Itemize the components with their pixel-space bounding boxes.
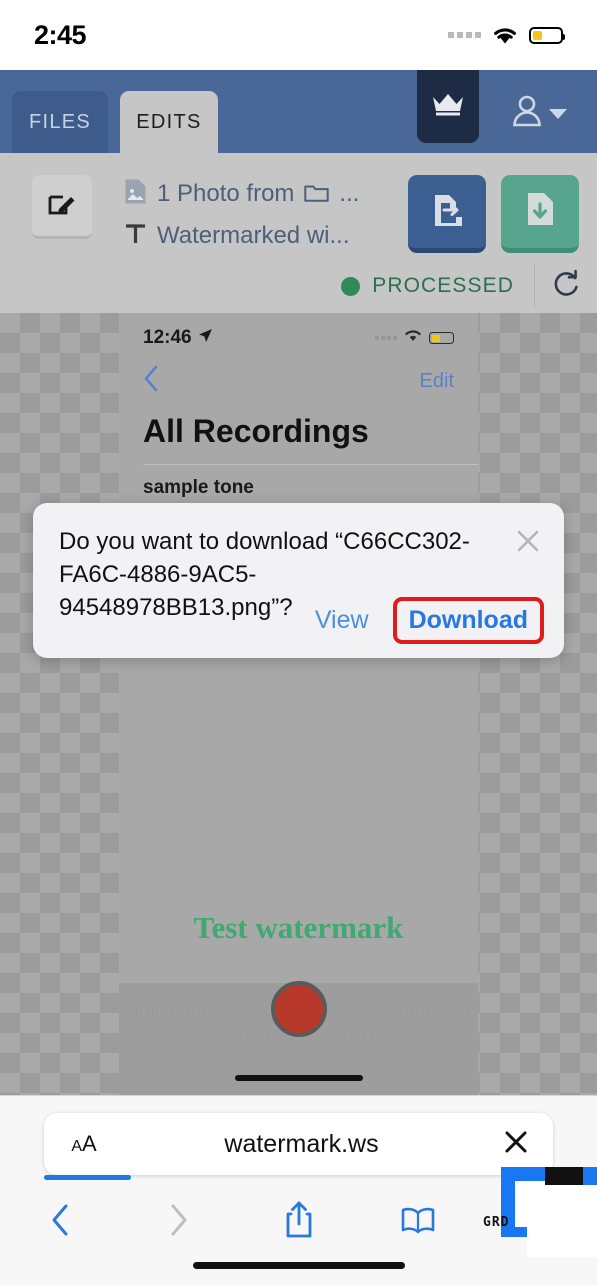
- screenshot-edit-button[interactable]: Edit: [420, 370, 454, 393]
- job-source-text: 1 Photo from: [157, 180, 295, 207]
- job-status-row: PROCESSED: [0, 259, 597, 313]
- status-badge: PROCESSED: [341, 265, 535, 307]
- app-header-bar: FILES EDITS: [0, 70, 597, 153]
- battery-low-power-icon: [429, 332, 454, 344]
- record-button-icon[interactable]: [270, 981, 327, 1037]
- job-watermark-row: Watermarked wi...: [124, 215, 374, 257]
- preview-screenshot: 12:46 Edit All Recordings sample tone Te…: [119, 313, 478, 1095]
- status-dot-icon: [341, 276, 361, 296]
- crown-icon: [431, 91, 465, 122]
- export-button[interactable]: [408, 175, 486, 253]
- dialog-download-button[interactable]: Download: [409, 606, 528, 634]
- screenshot-nav-row: Edit: [119, 349, 478, 397]
- wifi-icon: [404, 329, 422, 347]
- dialog-close-button[interactable]: [508, 523, 548, 563]
- tab-files[interactable]: FILES: [12, 91, 108, 153]
- view-button[interactable]: View: [301, 600, 383, 641]
- job-source-ellipsis: ...: [339, 180, 360, 207]
- bookmarks-button[interactable]: [358, 1206, 477, 1239]
- chevron-right-icon: [168, 1203, 190, 1242]
- close-icon: [515, 528, 541, 559]
- tab-edits[interactable]: EDITS: [120, 91, 218, 153]
- screenshot-player-bar: sample tone - C66CC302-FA6C-4886-9AC5-94…: [119, 981, 478, 1095]
- tab-edits-label: EDITS: [136, 110, 202, 133]
- folder-icon: [304, 182, 330, 207]
- job-watermark-text: Watermarked wi...: [157, 222, 350, 249]
- address-bar[interactable]: AAAA watermark.ws: [44, 1113, 553, 1175]
- chevron-left-icon[interactable]: [143, 365, 159, 397]
- battery-low-power-icon: [529, 26, 565, 44]
- book-icon: [400, 1206, 436, 1239]
- page-load-progress: [44, 1175, 131, 1180]
- file-download-icon: [523, 190, 557, 233]
- safari-bottom-bar: AAAA watermark.ws: [0, 1095, 597, 1285]
- watermark-logo-text: GRD: [483, 1215, 510, 1230]
- phone-screen: 2:45 FILES EDITS 1 Photo from ... Waterm…: [0, 0, 597, 1285]
- photo-file-icon: [124, 178, 147, 210]
- text-size-button[interactable]: AAAA: [44, 1131, 124, 1157]
- refresh-button[interactable]: [535, 269, 597, 304]
- file-info-toolbar: 1 Photo from ... Watermarked wi... PROCE…: [0, 153, 597, 313]
- screenshot-status-bar: 12:46: [119, 313, 478, 349]
- text-size-small-a: A: [71, 1138, 82, 1155]
- share-icon: [284, 1201, 314, 1244]
- download-confirmation-dialog: Do you want to download “C66CC302-FA6C-4…: [33, 503, 564, 658]
- dialog-actions: View Download: [301, 597, 544, 644]
- chevron-down-icon: [549, 108, 567, 119]
- ios-status-bar: 2:45: [0, 0, 597, 70]
- home-indicator: [192, 1262, 405, 1269]
- url-text[interactable]: watermark.ws: [124, 1130, 479, 1159]
- back-button[interactable]: [0, 1203, 119, 1242]
- signal-dots-icon: [375, 336, 397, 340]
- stop-close-button[interactable]: [479, 1128, 553, 1161]
- edit-pencil-square-icon: [47, 188, 77, 223]
- watermark-text: Test watermark: [193, 910, 404, 945]
- recording-name: sample tone: [143, 477, 254, 498]
- account-menu-button[interactable]: [511, 94, 567, 133]
- download-button[interactable]: [501, 175, 579, 253]
- tab-files-label: FILES: [28, 110, 92, 133]
- close-icon: [502, 1128, 530, 1161]
- file-export-icon: [428, 190, 466, 233]
- image-preview-area: 12:46 Edit All Recordings sample tone Te…: [0, 313, 597, 1095]
- user-account-icon: [511, 94, 543, 133]
- status-label: PROCESSED: [372, 274, 514, 297]
- text-T-icon: [124, 222, 147, 251]
- signal-dots-icon: [448, 32, 481, 38]
- status-bar-time: 2:45: [34, 19, 87, 50]
- status-bar-indicators: [448, 26, 565, 45]
- home-indicator: [234, 1075, 363, 1081]
- refresh-icon: [551, 269, 581, 304]
- download-button-highlight: Download: [392, 597, 544, 644]
- screenshot-time: 12:46: [143, 327, 192, 348]
- screenshot-title: All Recordings: [143, 413, 369, 449]
- premium-upgrade-button[interactable]: [417, 70, 479, 143]
- job-source-row: 1 Photo from ...: [124, 173, 374, 215]
- share-button[interactable]: [239, 1201, 358, 1244]
- wifi-icon: [492, 26, 518, 45]
- job-description: 1 Photo from ... Watermarked wi...: [124, 173, 374, 257]
- guiding-tech-logo-watermark: GRD: [479, 1167, 597, 1257]
- chevron-left-icon: [49, 1203, 71, 1242]
- forward-button[interactable]: [119, 1203, 238, 1242]
- location-arrow-icon: [198, 328, 213, 348]
- edit-job-button[interactable]: [32, 175, 92, 239]
